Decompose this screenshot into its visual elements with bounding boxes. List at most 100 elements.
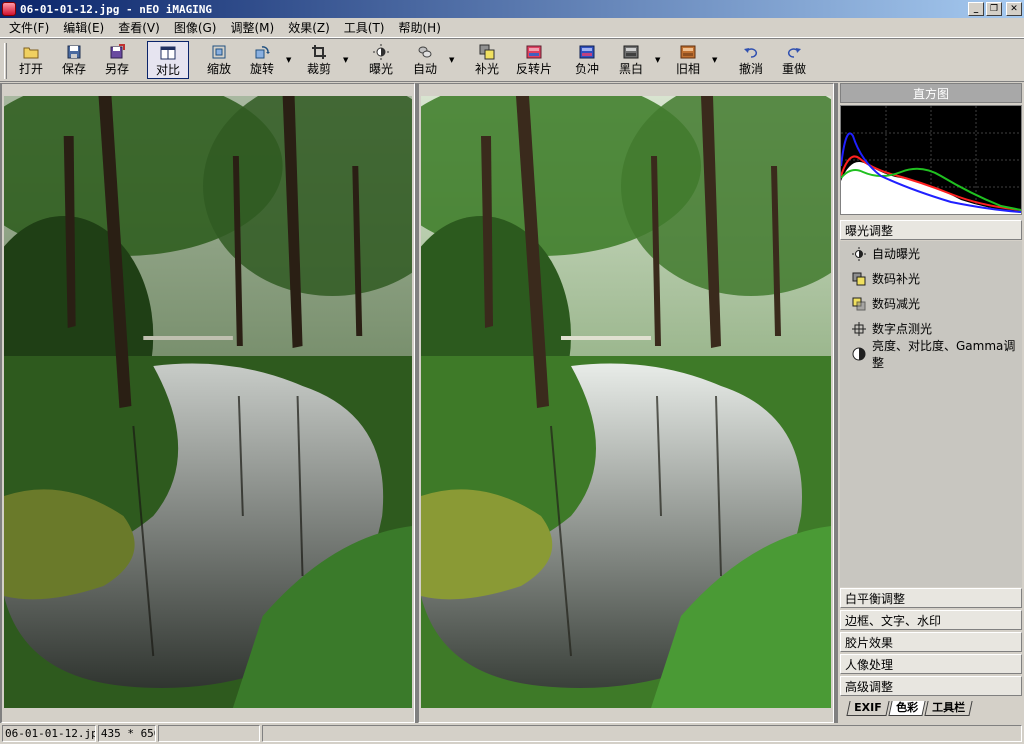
menu-effects[interactable]: 效果(Z) — [281, 19, 337, 36]
film-effects-section-header[interactable]: 胶片效果 — [840, 632, 1022, 652]
save-label: 保存 — [61, 62, 86, 76]
status-bar: 06-01-01-12.jpg 435 * 650 — [0, 723, 1024, 744]
border-text-watermark-section-header[interactable]: 边框、文字、水印 — [840, 610, 1022, 630]
old-photo-label: 旧相 — [675, 62, 700, 76]
old-photo-button[interactable]: 旧相 — [669, 41, 707, 79]
menu-edit[interactable]: 编辑(E) — [56, 19, 111, 36]
exposure-item-auto[interactable]: 自动曝光 — [840, 241, 1022, 266]
exposure-label: 曝光 — [368, 62, 393, 76]
exposure-section-header[interactable]: 曝光调整 — [840, 220, 1022, 240]
brightness-contrast-icon — [852, 347, 866, 361]
exposure-item-label: 数字点测光 — [872, 322, 933, 336]
undo-label: 撤消 — [738, 62, 763, 76]
exposure-button[interactable]: 曝光 — [362, 41, 400, 79]
exposure-icon — [373, 44, 389, 60]
tab-toolbar[interactable]: 工具栏 — [924, 701, 973, 716]
crop-icon — [311, 44, 327, 60]
status-field-empty-2 — [261, 725, 1022, 742]
processed-image-pane[interactable] — [418, 83, 834, 723]
tab-color[interactable]: 色彩 — [888, 701, 926, 716]
crop-label: 裁剪 — [306, 62, 331, 76]
open-button[interactable]: 打开 — [12, 41, 50, 79]
menu-file[interactable]: 文件(F) — [2, 19, 56, 36]
tab-exif[interactable]: EXIF — [846, 701, 890, 716]
exposure-list: 自动曝光 数码补光 数码减光 数字点测光 亮度、对比度、Gamma调整 — [840, 241, 1022, 587]
zoom-icon — [211, 44, 227, 60]
portrait-section-header[interactable]: 人像处理 — [840, 654, 1022, 674]
minimize-button[interactable]: _ — [968, 2, 984, 16]
save-button[interactable]: 保存 — [55, 41, 93, 79]
processed-photo — [421, 96, 831, 708]
exposure-item-brightness-contrast[interactable]: 亮度、对比度、Gamma调整 — [840, 339, 1022, 370]
black-white-dropdown-arrow[interactable]: ▼ — [655, 56, 660, 64]
compare-workspace — [0, 83, 838, 723]
floppy-disk-icon — [66, 44, 82, 60]
cross-process-button[interactable]: 负冲 — [568, 41, 606, 79]
spot-metering-icon — [852, 321, 866, 336]
negative-label: 反转片 — [515, 62, 552, 76]
tab-toolbar-label: 工具栏 — [931, 701, 965, 714]
menu-tools[interactable]: 工具(T) — [337, 19, 392, 36]
fill-light-button[interactable]: 补光 — [468, 41, 506, 79]
restore-button[interactable]: ❐ — [986, 2, 1002, 16]
panel-tabs: EXIF 色彩 工具栏 — [838, 701, 1024, 717]
histogram-title: 直方图 — [840, 83, 1022, 103]
crop-dropdown-arrow[interactable]: ▼ — [343, 56, 348, 64]
old-photo-icon — [680, 44, 696, 60]
menu-help[interactable]: 帮助(H) — [392, 19, 448, 36]
toolbar: 打开 保存 另存 对比 缩放 旋转 ▼ 裁剪 ▼ 曝光 自动 ▼ 补光 反转片 — [0, 38, 1024, 82]
redo-icon — [786, 44, 802, 60]
rotate-button[interactable]: 旋转 — [243, 41, 281, 79]
old-photo-dropdown-arrow[interactable]: ▼ — [712, 56, 717, 64]
histogram-plot — [840, 106, 1022, 214]
compare-label: 对比 — [155, 63, 180, 77]
undo-button[interactable]: 撤消 — [732, 41, 770, 79]
negative-film-icon — [526, 44, 542, 60]
close-button[interactable]: ✕ — [1006, 2, 1022, 16]
folder-icon — [23, 44, 39, 60]
exposure-item-fill-light[interactable]: 数码补光 — [840, 266, 1022, 291]
exposure-item-label: 数码补光 — [872, 272, 921, 286]
original-image-pane[interactable] — [1, 83, 415, 723]
redo-label: 重做 — [781, 62, 806, 76]
split-view-icon — [160, 45, 176, 61]
exposure-item-reduce-light[interactable]: 数码减光 — [840, 291, 1022, 316]
auto-label: 自动 — [412, 62, 437, 76]
redo-button[interactable]: 重做 — [775, 41, 813, 79]
advanced-section-header[interactable]: 高级调整 — [840, 676, 1022, 696]
title-bar: 06-01-01-12.jpg - nEO iMAGING _ ❐ ✕ — [0, 0, 1024, 18]
save-as-button[interactable]: 另存 — [98, 41, 136, 79]
white-balance-section-header[interactable]: 白平衡调整 — [840, 588, 1022, 608]
save-as-label: 另存 — [104, 62, 129, 76]
fill-light-icon — [479, 44, 495, 60]
menu-view[interactable]: 查看(V) — [111, 19, 167, 36]
digital-fill-light-icon — [852, 272, 866, 286]
negative-button[interactable]: 反转片 — [512, 41, 556, 79]
compare-button[interactable]: 对比 — [147, 41, 189, 79]
original-photo — [4, 96, 412, 708]
status-filename: 06-01-01-12.jpg — [2, 725, 96, 742]
rotate-dropdown-arrow[interactable]: ▼ — [286, 56, 291, 64]
black-white-label: 黑白 — [618, 62, 643, 76]
auto-button[interactable]: 自动 — [406, 41, 444, 79]
toolbar-grip[interactable] — [4, 43, 7, 79]
histogram — [840, 105, 1022, 215]
black-white-button[interactable]: 黑白 — [612, 41, 650, 79]
digital-reduce-light-icon — [852, 297, 866, 311]
app-icon[interactable] — [2, 2, 16, 16]
undo-icon — [743, 44, 759, 60]
exposure-item-label: 自动曝光 — [872, 247, 921, 261]
status-field-empty-1 — [157, 725, 260, 742]
crop-button[interactable]: 裁剪 — [300, 41, 338, 79]
tab-color-label: 色彩 — [895, 701, 918, 714]
exposure-item-label: 亮度、对比度、Gamma调整 — [872, 338, 1016, 370]
black-white-icon — [623, 44, 639, 60]
menu-image[interactable]: 图像(G) — [167, 19, 224, 36]
exposure-item-label: 数码减光 — [872, 297, 921, 311]
cross-process-label: 负冲 — [574, 62, 599, 76]
auto-dropdown-arrow[interactable]: ▼ — [449, 56, 454, 64]
window-title: 06-01-01-12.jpg - nEO iMAGING — [20, 2, 213, 16]
zoom-button[interactable]: 缩放 — [200, 41, 238, 79]
rotate-label: 旋转 — [249, 62, 274, 76]
menu-adjust[interactable]: 调整(M) — [223, 19, 281, 36]
